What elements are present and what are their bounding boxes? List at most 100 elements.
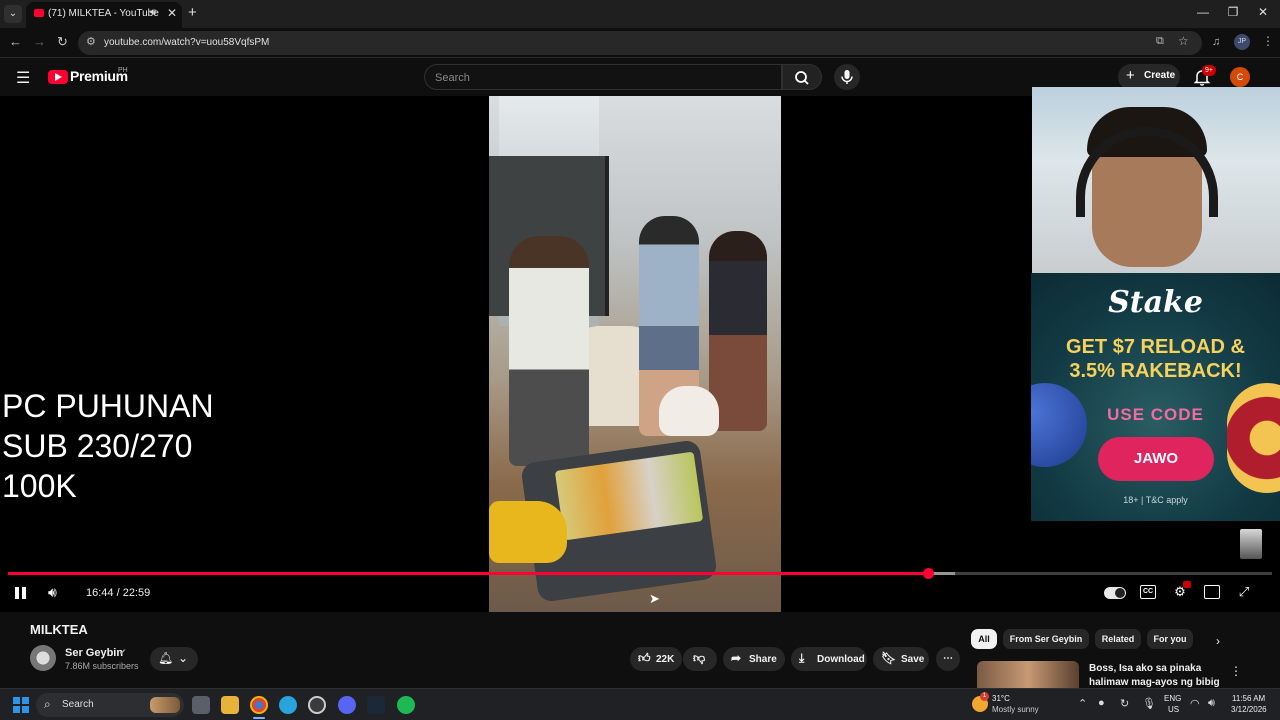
search-box[interactable] — [424, 64, 782, 90]
clock-time[interactable]: 11:56 AM — [1232, 694, 1265, 703]
address-bar[interactable]: ⚙ youtube.com/watch?v=uou58VqfsPM ⧉ ☆ — [78, 31, 1202, 55]
weather-alert-badge: 1 — [980, 692, 989, 701]
install-app-icon[interactable]: ⧉ — [1156, 35, 1164, 48]
sync-tray-icon[interactable]: ↻ — [1120, 697, 1129, 710]
related-video-thumbnail[interactable] — [977, 661, 1079, 691]
video-frame[interactable] — [489, 96, 781, 612]
share-button[interactable]: ➦ Share — [723, 647, 785, 671]
video-scene-cloth — [489, 501, 567, 563]
search-input[interactable] — [435, 70, 765, 86]
more-actions-button[interactable]: ⋯ — [936, 647, 960, 671]
chip-for-you[interactable]: For you — [1147, 629, 1193, 649]
progress-scrubber-handle[interactable] — [923, 568, 935, 579]
pause-button[interactable] — [14, 585, 28, 601]
video-player[interactable]: PC PUHUNAN SUB 230/270 100K Stake GET $7… — [0, 87, 1280, 612]
close-icon[interactable]: ✕ — [167, 6, 177, 20]
minimize-button[interactable]: — — [1188, 5, 1218, 19]
chevron-down-icon: ⌄ — [178, 651, 189, 665]
start-button[interactable] — [13, 697, 29, 713]
new-tab-button[interactable]: + — [188, 4, 197, 21]
discord-icon[interactable] — [338, 696, 356, 714]
url-text[interactable]: youtube.com/watch?v=uou58VqfsPM — [104, 37, 269, 48]
tab-search-button[interactable]: ⌄ — [4, 5, 22, 23]
subscription-notification-button[interactable]: 🔔︎ ⌄ — [150, 647, 198, 671]
verified-badge-icon: ✔ — [119, 647, 127, 657]
save-button[interactable]: 🔖︎ Save — [873, 647, 929, 671]
subtitles-button[interactable]: CC — [1140, 585, 1156, 599]
bookmark-icon: 🔖︎ — [881, 651, 897, 665]
chip-related[interactable]: Related — [1095, 629, 1141, 649]
reload-button[interactable]: ↻ — [57, 34, 68, 50]
like-button[interactable]: 👍︎ 22K — [630, 647, 682, 671]
related-video-title[interactable]: Boss, Isa ako sa pinaka — [1089, 663, 1201, 674]
microphone-tray-icon[interactable]: 🎙︎ — [1142, 697, 1156, 710]
autoplay-toggle[interactable] — [1104, 587, 1126, 599]
input-region[interactable]: US — [1168, 705, 1179, 714]
tab-title: (71) MILKTEA - YouTube — [48, 8, 159, 19]
steam-icon[interactable] — [367, 696, 385, 714]
input-language[interactable]: ENG — [1164, 694, 1181, 703]
windows-logo-icon — [13, 706, 20, 713]
speaker-icon[interactable]: 🔊︎ — [150, 7, 156, 18]
window-close-button[interactable]: ✕ — [1248, 5, 1278, 19]
browser-profile-avatar[interactable]: JP — [1234, 34, 1250, 50]
download-button[interactable]: ⤓ Download — [791, 647, 867, 671]
speaker-tray-icon[interactable]: 🔊︎ — [1208, 697, 1215, 710]
pause-icon — [15, 587, 19, 599]
edge-tray-icon[interactable]: ● — [1098, 697, 1105, 709]
weather-temperature[interactable]: 31°C — [992, 694, 1010, 703]
download-icon: ⤓ — [799, 651, 805, 665]
chrome-icon[interactable] — [250, 696, 268, 714]
pause-icon — [22, 587, 26, 599]
task-view-icon[interactable] — [192, 696, 210, 714]
fullscreen-icon[interactable]: ⤢ — [1236, 585, 1252, 599]
ad-fine-print: 18+ | T&C apply — [1123, 495, 1188, 505]
ad-code-badge: JAWO — [1098, 437, 1214, 481]
microphone-icon — [841, 70, 853, 84]
channel-name[interactable]: Ser Geybin — [65, 647, 123, 659]
active-app-indicator — [253, 717, 265, 719]
site-info-icon[interactable]: ⚙ — [86, 35, 96, 48]
file-explorer-icon[interactable] — [221, 696, 239, 714]
channel-watermark[interactable] — [1240, 529, 1262, 559]
voice-search-button[interactable] — [834, 64, 860, 90]
chevron-up-icon[interactable]: ⌃ — [1078, 697, 1087, 710]
media-controls-icon[interactable]: ♫ — [1212, 36, 1220, 48]
obs-icon[interactable] — [308, 696, 326, 714]
ad-headline: GET $7 RELOAD & — [1066, 336, 1245, 358]
search-button[interactable] — [782, 64, 822, 90]
youtube-logo-icon[interactable] — [48, 70, 68, 84]
forward-button[interactable]: → — [33, 34, 46, 49]
clock-date[interactable]: 3/12/2026 — [1231, 705, 1267, 714]
download-label: Download — [817, 654, 865, 665]
windows-taskbar: ⌕ Search 1 31°C Mostly sunny ⌃ ● ↻ 🎙︎ EN… — [0, 688, 1280, 720]
miniplayer-icon[interactable] — [1204, 585, 1220, 599]
chevron-right-icon[interactable]: › — [1216, 634, 1220, 648]
chip-from-channel[interactable]: From Ser Geybin — [1003, 629, 1089, 649]
back-button[interactable]: ← — [9, 34, 22, 49]
restore-button[interactable]: ❐ — [1218, 5, 1248, 19]
weather-description[interactable]: Mostly sunny — [992, 705, 1039, 714]
wifi-icon[interactable]: ◠ — [1190, 697, 1200, 710]
related-video-title[interactable]: halimaw mag-ayos ng bibig — [1089, 677, 1220, 688]
account-avatar[interactable]: C — [1230, 67, 1250, 87]
notification-count-badge: 9+ — [1202, 65, 1216, 76]
taskbar-search[interactable]: ⌕ Search — [36, 693, 184, 717]
related-video-menu-icon[interactable]: ⋮ — [1230, 664, 1242, 678]
guide-menu-icon[interactable]: ☰ — [16, 68, 30, 88]
progress-bar[interactable] — [8, 568, 1272, 579]
chip-all[interactable]: All — [971, 629, 997, 649]
channel-avatar[interactable] — [30, 645, 56, 671]
browser-tab-active[interactable]: (71) MILKTEA - YouTube 🔊︎ ✕ — [26, 2, 182, 28]
bookmark-star-icon[interactable]: ☆ — [1178, 34, 1189, 48]
thumbs-up-icon: 👍︎ — [638, 651, 651, 665]
share-arrow-icon: ➦ — [731, 651, 742, 665]
ad-roulette-graphic — [1227, 383, 1280, 493]
dislike-button[interactable]: 👎︎ — [683, 647, 717, 671]
spotify-icon[interactable] — [397, 696, 415, 714]
taskbar-search-label: Search — [62, 699, 94, 710]
browser-menu-icon[interactable]: ⋮ — [1262, 34, 1274, 48]
telegram-icon[interactable] — [279, 696, 297, 714]
volume-icon[interactable]: 🔊︎ — [48, 584, 57, 601]
create-label: Create — [1144, 70, 1176, 81]
